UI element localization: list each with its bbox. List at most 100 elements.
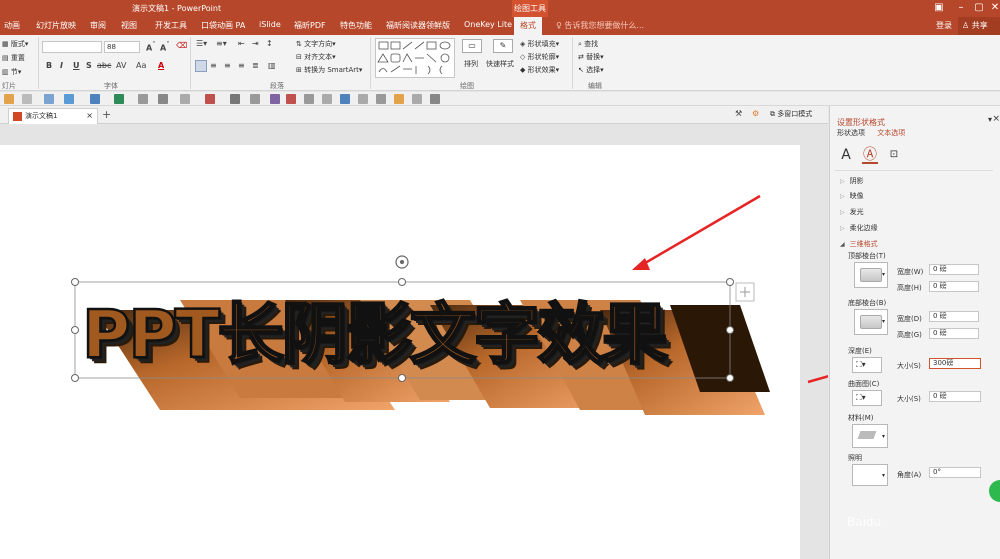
ungroup-icon[interactable] — [322, 94, 332, 104]
align-left-icon[interactable] — [195, 60, 207, 72]
arrange-button[interactable]: 排列 — [464, 59, 478, 69]
share-button[interactable]: ♙ 共享 — [958, 17, 1000, 35]
align-right-icon[interactable]: ≡ — [224, 61, 231, 70]
text-fill-icon[interactable]: A — [838, 146, 854, 164]
underline-button[interactable]: U — [73, 61, 80, 70]
top-bevel-height-input[interactable]: 0 磅 — [929, 281, 979, 292]
settings-icon[interactable]: ⚙ — [752, 109, 759, 118]
section-3d-format[interactable]: ◢ 三维格式 — [840, 239, 878, 249]
quick-styles-button[interactable]: 快速样式 — [486, 59, 514, 69]
paint-bucket-icon[interactable] — [4, 94, 14, 104]
font-size-input[interactable]: 88 — [104, 41, 140, 53]
contour-size-input[interactable]: 0 磅 — [929, 391, 981, 402]
tab-onekey-lite[interactable]: OneKey Lite — [464, 20, 512, 29]
group-icon[interactable] — [304, 94, 314, 104]
tab-special-features[interactable]: 特色功能 — [340, 20, 372, 31]
char-spacing-button[interactable]: AV — [116, 61, 126, 70]
select-button[interactable]: ↖ 选择▾ — [578, 65, 604, 75]
bullets-icon[interactable]: ☰▾ — [196, 39, 207, 48]
close-icon[interactable]: ✕ — [984, 0, 1000, 17]
close-tab-icon[interactable]: × — [86, 109, 93, 123]
shapes-gallery[interactable] — [375, 38, 455, 78]
material-picker[interactable]: ▾ — [852, 424, 888, 448]
pin-icon[interactable]: ⚒ — [735, 109, 742, 118]
send-back-icon[interactable] — [358, 94, 368, 104]
italic-button[interactable]: I — [60, 61, 63, 70]
panel-options-icon[interactable]: ▾ — [988, 115, 992, 124]
bottom-bevel-width-input[interactable]: 0 磅 — [929, 311, 979, 322]
tell-me-search[interactable]: ♀ 告诉我您想要做什么... — [556, 20, 644, 31]
font-color-icon[interactable] — [114, 94, 124, 104]
text-direction-button[interactable]: ⇅ 文字方向▾ — [296, 39, 336, 49]
increase-indent-icon[interactable]: ⇥ — [252, 39, 259, 48]
tab-review[interactable]: 审阅 — [90, 20, 106, 31]
outline-icon[interactable] — [90, 94, 100, 104]
textbox-icon[interactable]: ⊡ — [886, 146, 902, 164]
tab-text-options[interactable]: 文本选项 — [877, 129, 905, 137]
link-icon[interactable] — [412, 94, 422, 104]
shrink-font-icon[interactable]: Aˇ — [160, 41, 170, 53]
align-center-icon[interactable]: ≡ — [210, 61, 217, 70]
section-glow[interactable]: ▷ 发光 — [840, 207, 864, 217]
tab-document[interactable]: 演示文稿1 × — [8, 108, 98, 124]
align-icon[interactable] — [138, 94, 148, 104]
font-name-input[interactable] — [42, 41, 102, 53]
panel-close-icon[interactable]: × — [992, 114, 1000, 124]
shape-style-icon[interactable]: ▭ — [462, 39, 482, 53]
columns-icon[interactable]: ▥ — [268, 61, 276, 70]
replace-button[interactable]: ⇄ 替换▾ — [578, 52, 604, 62]
fill-color-icon[interactable] — [64, 94, 74, 104]
tab-animations[interactable]: 动画 — [4, 20, 20, 31]
shape-outline-button[interactable]: ◇ 形状轮廓▾ — [520, 52, 559, 62]
contour-color-picker[interactable]: ⛶▾ — [852, 390, 882, 406]
grid-icon[interactable] — [158, 94, 168, 104]
text-effects-icon[interactable]: Ⓐ — [862, 146, 878, 164]
change-case-button[interactable]: Aa — [136, 61, 146, 70]
convert-smartart-button[interactable]: ⊞ 转换为 SmartArt▾ — [296, 65, 362, 75]
align-middle-icon[interactable] — [250, 94, 260, 104]
tab-foxit-pdf[interactable]: 福昕PDF — [294, 20, 326, 31]
section-button[interactable]: ▥ 节▾ — [2, 67, 21, 77]
grow-font-icon[interactable]: Aˆ — [146, 41, 156, 53]
align-text-button[interactable]: ⊟ 对齐文本▾ — [296, 52, 336, 62]
justify-icon[interactable]: ≡ — [238, 61, 245, 70]
tab-slideshow[interactable]: 幻灯片放映 — [36, 20, 76, 31]
top-bevel-picker[interactable]: ▾ — [854, 262, 888, 288]
shadow-button[interactable]: S — [86, 61, 92, 70]
shape-effects-button[interactable]: ◆ 形状效果▾ — [520, 65, 559, 75]
decrease-indent-icon[interactable]: ⇤ — [238, 39, 245, 48]
brush-icon[interactable] — [394, 94, 404, 104]
top-bevel-width-input[interactable]: 0 磅 — [929, 264, 979, 275]
angle-input[interactable]: 0° — [929, 467, 981, 478]
target-icon[interactable] — [286, 94, 296, 104]
tab-islide[interactable]: iSlide — [259, 20, 281, 29]
find-button[interactable]: ⌕ 查找 — [578, 39, 598, 49]
shape-fill-button[interactable]: ◈ 形状填充▾ — [520, 39, 559, 49]
line-spacing-icon[interactable]: ↕ — [266, 39, 273, 48]
bold-button[interactable]: B — [46, 61, 52, 70]
reset-button[interactable]: ▤ 重置 — [2, 53, 25, 63]
more-icon[interactable] — [430, 94, 440, 104]
clear-format-icon[interactable]: ⌫ — [176, 41, 187, 50]
strikethrough-button[interactable]: abc — [97, 61, 111, 70]
depth-color-picker[interactable]: ⛶▾ — [852, 357, 882, 373]
tab-developer[interactable]: 开发工具 — [155, 20, 187, 31]
tab-format[interactable]: 格式 — [514, 17, 542, 35]
multi-window-mode[interactable]: ⧉ 多窗口模式 — [770, 109, 812, 119]
clear-icon[interactable] — [22, 94, 32, 104]
section-reflection[interactable]: ▷ 映像 — [840, 191, 864, 201]
section-shadow[interactable]: ▷ 阴影 — [840, 176, 864, 186]
crop-icon[interactable] — [376, 94, 386, 104]
layout-button[interactable]: ▦ 版式▾ — [2, 39, 28, 49]
lighting-picker[interactable]: ▾ — [852, 464, 888, 486]
depth-size-input[interactable]: 300磅 — [929, 358, 981, 369]
rotate-handle-icon[interactable] — [395, 255, 409, 269]
headline-text[interactable]: PPT长阴影文字效果 — [81, 290, 782, 380]
bring-front-icon[interactable] — [340, 94, 350, 104]
color-icon[interactable] — [205, 94, 215, 104]
distribute-icon[interactable] — [230, 94, 240, 104]
font-color-button[interactable]: A — [158, 61, 164, 70]
rotate-icon[interactable] — [270, 94, 280, 104]
tab-foxit-reader[interactable]: 福昕阅读器领鲜版 — [386, 20, 450, 31]
section-soft-edges[interactable]: ▷ 柔化边缘 — [840, 223, 878, 233]
